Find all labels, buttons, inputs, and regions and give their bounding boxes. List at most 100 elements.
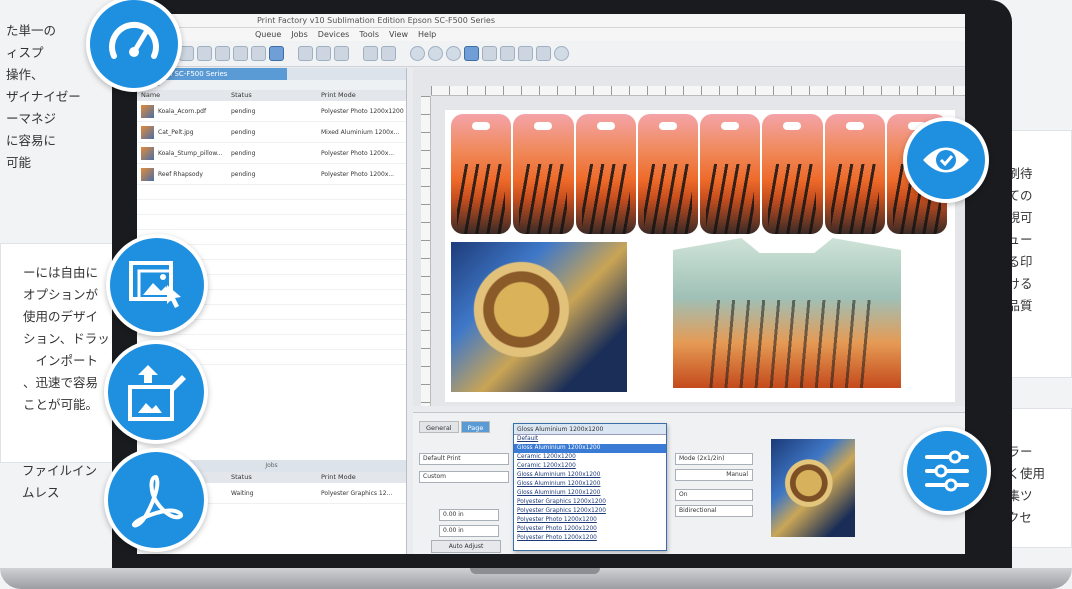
toolbar-tool-icon[interactable] (500, 46, 515, 61)
column-header[interactable]: Status (231, 472, 321, 483)
toolbar-clock-icon[interactable] (554, 46, 569, 61)
direction-select[interactable]: Bidirectional (675, 505, 753, 517)
phone-case-image[interactable] (575, 114, 636, 234)
menu-jobs[interactable]: Jobs (291, 28, 308, 41)
job-mode: Polyester Graphics 12... (321, 490, 393, 497)
toolbar-add-icon[interactable] (197, 46, 212, 61)
dropdown-option[interactable]: Default (514, 435, 666, 444)
queue-columns: Name Status Print Mode (137, 90, 406, 101)
job-mode: Polyester Photo 1200x... (321, 171, 395, 178)
queue-header: Epson SC-F500 Series (137, 68, 406, 80)
properties-panel: General Page Default Print Custom 0.00 i… (413, 412, 965, 554)
selected-image-preview (771, 439, 855, 537)
toolbar-print-icon[interactable] (233, 46, 248, 61)
column-header[interactable]: Print Mode (321, 472, 411, 483)
laptop-notch (470, 568, 600, 574)
job-mode: Polyester Photo 1200x1200 (321, 108, 404, 115)
job-mode: Mixed Aluminium 1200x... (321, 129, 400, 136)
job-status: Waiting (231, 490, 254, 497)
custom-field[interactable]: Custom (419, 471, 509, 483)
dropdown-option[interactable]: Polyester Photo 1200x1200 (514, 516, 666, 525)
toolbar-color-icon[interactable] (251, 46, 266, 61)
caption-line: ザイナイゼー (6, 89, 81, 104)
table-row[interactable]: Cat_Pelt.jpg pending Mixed Aluminium 120… (137, 122, 406, 143)
dropdown-option[interactable]: Gloss Aluminium 1200x1200 (514, 489, 666, 498)
layout-canvas[interactable] (413, 68, 965, 406)
tab-general[interactable]: General (419, 421, 459, 433)
job-status: pending (231, 108, 256, 115)
window-title: Print Factory v10 Sublimation Edition Ep… (137, 14, 965, 28)
toolbar-tool-icon[interactable] (482, 46, 497, 61)
caption-line: ーマネジ (6, 111, 57, 126)
dropdown-option[interactable]: Polyester Graphics 1200x1200 (514, 507, 666, 516)
job-name: Cat_Pelt.jpg (158, 129, 194, 136)
toolbar-tool-icon[interactable] (536, 46, 551, 61)
dropdown-option[interactable]: Ceramic 1200x1200 (514, 462, 666, 471)
dropdown-option[interactable]: Polyester Photo 1200x1200 (514, 525, 666, 534)
column-header[interactable]: Status (231, 90, 321, 101)
manual-select[interactable]: Manual (675, 469, 753, 481)
job-mode: Polyester Photo 1200x... (321, 150, 395, 157)
caption-line: 可能 (6, 155, 32, 170)
toolbar-preview-icon[interactable] (464, 46, 479, 61)
auto-adjust-button[interactable]: Auto Adjust (431, 540, 501, 553)
menu-help[interactable]: Help (418, 28, 436, 41)
height-input[interactable]: 0.00 in (439, 525, 499, 537)
palm-tree-overlay (705, 300, 875, 388)
on-select[interactable]: On (675, 489, 753, 501)
phone-case-image[interactable] (762, 114, 823, 234)
tab-page[interactable]: Page (460, 421, 491, 433)
job-thumbnail (141, 126, 154, 139)
dropdown-option[interactable]: Polyester Photo 1200x1200 (514, 534, 666, 543)
image-cursor-icon (106, 234, 208, 336)
job-status: pending (231, 171, 256, 178)
phone-case-image[interactable] (451, 114, 512, 234)
job-name: Reef Rhapsody (158, 171, 203, 178)
menu-tools[interactable]: Tools (359, 28, 379, 41)
properties-tabs: General Page (419, 421, 491, 433)
phone-case-image[interactable] (637, 114, 698, 234)
dropdown-selected-value[interactable]: Gloss Aluminium 1200x1200 (514, 424, 666, 435)
print-sheet[interactable] (445, 110, 955, 402)
print-mode-dropdown[interactable]: Gloss Aluminium 1200x1200 Default Gloss … (513, 423, 667, 551)
job-thumbnail (141, 168, 154, 181)
toolbar-align-icon[interactable] (381, 46, 396, 61)
menu-devices[interactable]: Devices (318, 28, 350, 41)
default-print-field[interactable]: Default Print (419, 453, 509, 465)
table-row[interactable]: Reef Rhapsody pending Polyester Photo 12… (137, 164, 406, 185)
width-input[interactable]: 0.00 in (439, 509, 499, 521)
table-row[interactable]: Koala_Stump_pillow... pending Polyester … (137, 143, 406, 164)
column-header[interactable]: Name (141, 90, 231, 101)
phone-case-image[interactable] (513, 114, 574, 234)
phone-case-image[interactable] (700, 114, 761, 234)
speedometer-icon (86, 0, 182, 92)
phone-case-image[interactable] (824, 114, 885, 234)
toolbar-align-icon[interactable] (363, 46, 378, 61)
dropdown-option[interactable]: Ceramic 1200x1200 (514, 453, 666, 462)
toolbar-zoom-icon[interactable] (446, 46, 461, 61)
toolbar-save-icon[interactable] (269, 46, 284, 61)
toolbar-tool-icon[interactable] (518, 46, 533, 61)
toolbar-zoom-icon[interactable] (410, 46, 425, 61)
toolbar (137, 41, 965, 67)
dropdown-option[interactable]: Gloss Aluminium 1200x1200 (514, 471, 666, 480)
upload-design-icon (104, 340, 208, 444)
dropdown-option[interactable]: Gloss Aluminium 1200x1200 (514, 480, 666, 489)
toolbar-layout-icon[interactable] (316, 46, 331, 61)
menu-queue[interactable]: Queue (255, 28, 281, 41)
table-row[interactable]: Koala_Acorn.pdf pending Polyester Photo … (137, 101, 406, 122)
toolbar-zoom-icon[interactable] (428, 46, 443, 61)
toolbar-layout-icon[interactable] (298, 46, 313, 61)
column-header[interactable]: Print Mode (321, 90, 411, 101)
caption-line: ファイルイン (22, 463, 98, 478)
dropdown-option[interactable]: Gloss Aluminium 1200x1200 (514, 444, 666, 453)
toolbar-layout-icon[interactable] (334, 46, 349, 61)
caption-left-top: た単一の ィスプ 操作、 ザイナイゼー ーマネジ に容易に 可能 (0, 0, 100, 205)
dropdown-option[interactable]: Polyester Graphics 1200x1200 (514, 498, 666, 507)
toolbar-add-icon[interactable] (215, 46, 230, 61)
caption-line: に容易に (6, 133, 57, 148)
koi-artwork-image[interactable] (451, 242, 627, 392)
mode-field[interactable]: Mode (2x1/2in) (675, 453, 753, 465)
job-thumbnail (141, 105, 154, 118)
menu-view[interactable]: View (389, 28, 408, 41)
